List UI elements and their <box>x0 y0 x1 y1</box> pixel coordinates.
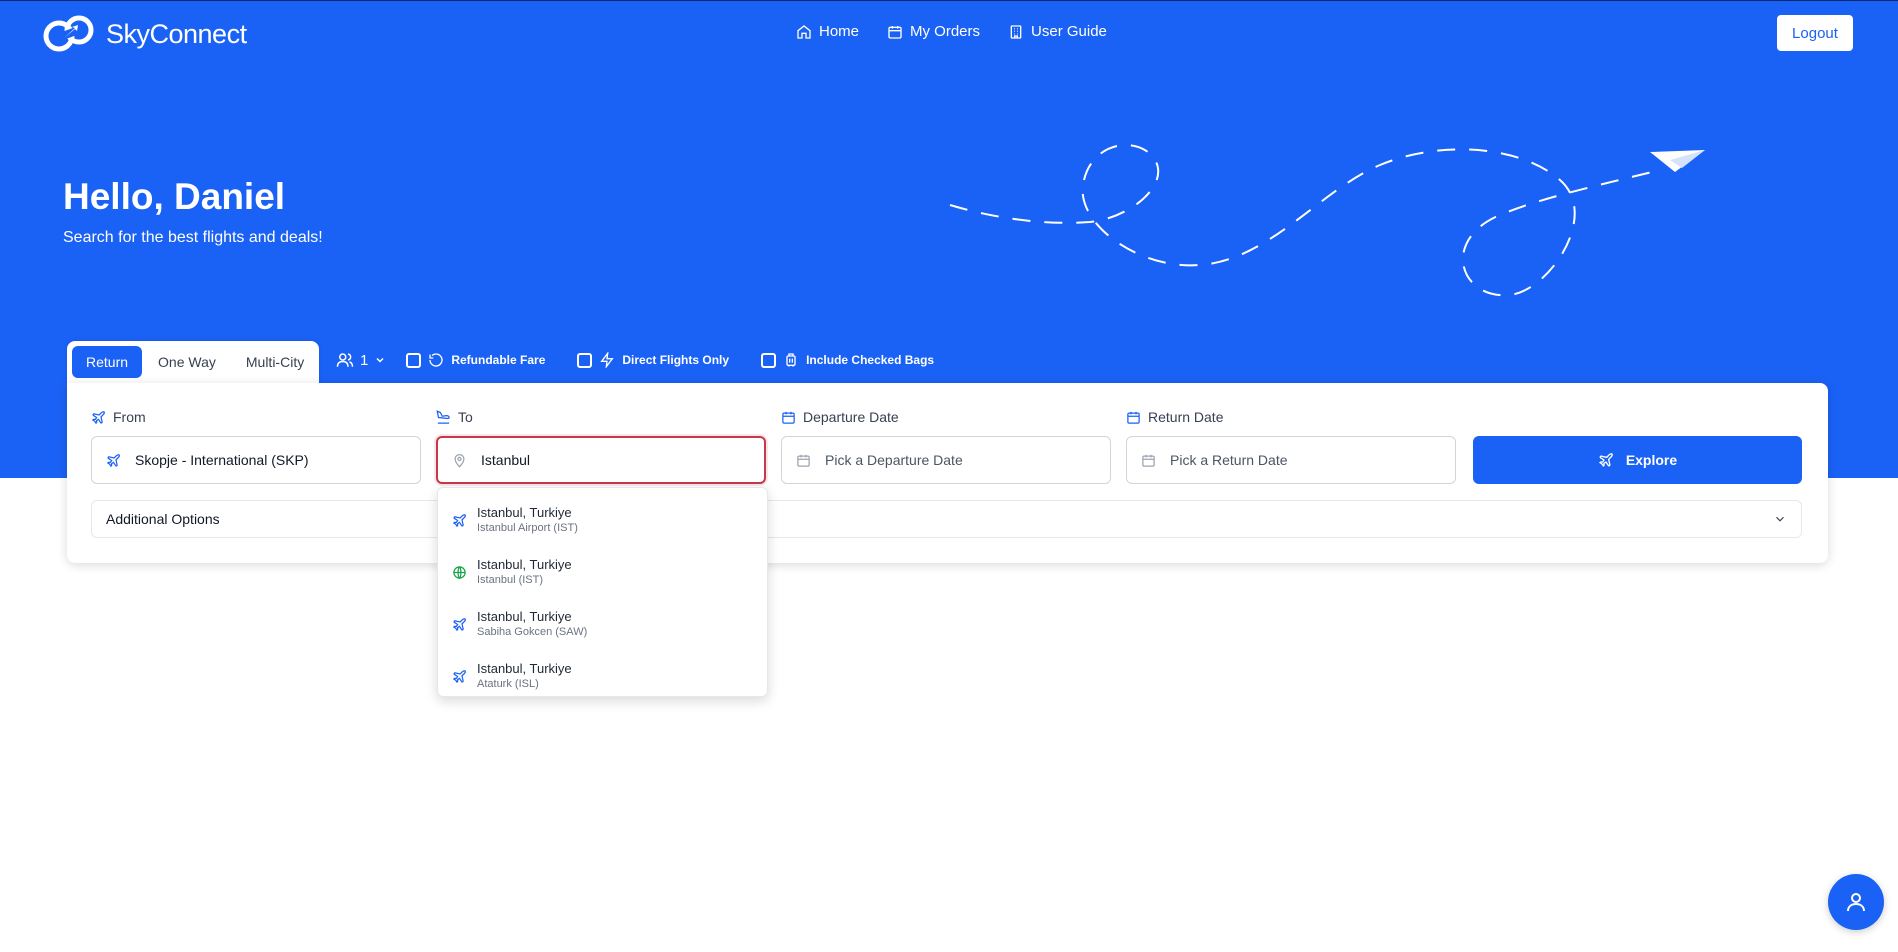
suggestion-airport: Sabiha Gokcen (SAW) <box>477 626 588 638</box>
map-pin-icon <box>454 453 465 468</box>
explore-button[interactable]: Explore <box>1473 436 1802 484</box>
from-input[interactable]: Skopje - International (SKP) <box>91 436 421 484</box>
users-icon <box>336 353 354 367</box>
plane-icon <box>452 669 466 683</box>
direct-flights-option[interactable]: Direct Flights Only <box>577 352 729 368</box>
plane-icon <box>452 513 466 527</box>
checked-bags-option[interactable]: Include Checked Bags <box>761 352 934 368</box>
from-label: From <box>113 409 146 425</box>
suggestion-city: Istanbul, Turkiye <box>477 557 572 572</box>
departure-label: Departure Date <box>803 409 899 425</box>
to-value: Istanbul <box>481 452 531 468</box>
suggestion-city: Istanbul, Turkiye <box>477 609 572 624</box>
globe-icon <box>453 565 466 579</box>
refundable-fare-option[interactable]: Refundable Fare <box>406 352 545 368</box>
checked-bags-checkbox[interactable] <box>761 352 777 368</box>
suggestion-text: Istanbul, Turkiye Ataturk (ISL) <box>477 661 572 691</box>
return-date-input[interactable]: Pick a Return Date <box>1126 436 1456 484</box>
lightning-icon <box>600 352 615 368</box>
from-value: Skopje - International (SKP) <box>135 452 309 468</box>
home-icon <box>797 24 811 39</box>
return-placeholder: Pick a Return Date <box>1170 452 1288 468</box>
landing-icon <box>436 409 450 424</box>
suggestion-airport: Ataturk (ISL) <box>477 678 539 690</box>
nav-my-orders-label: My Orders <box>910 23 981 40</box>
checked-bags-label: Include Checked Bags <box>806 353 935 367</box>
main-nav: Home My Orders User Guide <box>796 23 1107 40</box>
suggestion-item[interactable]: Istanbul, Turkiye Sabiha Gokcen (SAW) <box>438 598 767 650</box>
greeting-subtitle: Search for the best flights and deals! <box>63 229 323 246</box>
brand-logo[interactable]: SkyConnect <box>42 14 247 54</box>
direct-flights-label: Direct Flights Only <box>622 353 730 367</box>
chain-link-icon <box>43 15 94 52</box>
passenger-count: 1 <box>360 351 369 369</box>
suggestion-item[interactable]: Istanbul, Turkiye Istanbul Airport (IST) <box>438 494 767 546</box>
takeoff-icon <box>91 410 105 424</box>
to-label-row: To <box>436 409 473 425</box>
page: SkyConnect Home My Orders User Guide Log… <box>0 0 1898 952</box>
from-label-row: From <box>91 409 146 425</box>
nav-user-guide-label: User Guide <box>1031 23 1107 40</box>
greeting-title: Hello, Daniel <box>63 176 286 217</box>
departure-label-row: Departure Date <box>781 409 899 425</box>
tab-return[interactable]: Return <box>72 346 143 378</box>
building-icon <box>1010 24 1022 39</box>
suggestion-city: Istanbul, Turkiye <box>477 505 572 520</box>
tab-multi-city[interactable]: Multi-City <box>232 346 318 378</box>
plane-icon <box>1598 453 1613 468</box>
refresh-icon <box>429 353 443 367</box>
nav-home[interactable]: Home <box>796 23 859 40</box>
to-label: To <box>458 409 473 425</box>
search-options-row: 1 Refundable Fare Direct Flights Only In… <box>336 351 966 369</box>
calendar-icon <box>1142 454 1155 467</box>
return-label-row: Return Date <box>1126 409 1223 425</box>
paper-plane-decoration <box>949 144 1705 297</box>
plane-icon <box>452 617 466 631</box>
additional-options-label: Additional Options <box>106 511 220 527</box>
destination-suggestions: Istanbul, Turkiye Istanbul Airport (IST)… <box>437 487 768 697</box>
suggestion-city: Istanbul, Turkiye <box>477 661 572 676</box>
plane-icon <box>106 453 120 467</box>
additional-options-toggle[interactable]: Additional Options <box>91 500 1802 538</box>
suggestion-item[interactable]: Istanbul, Turkiye Istanbul (IST) <box>438 546 767 598</box>
suggestion-text: Istanbul, Turkiye Istanbul (IST) <box>477 557 572 587</box>
nav-home-label: Home <box>819 23 860 40</box>
suggestion-item[interactable]: Istanbul, Turkiye Ataturk (ISL) <box>438 650 767 702</box>
direct-flights-checkbox[interactable] <box>577 352 593 368</box>
suggestion-airport: Istanbul (IST) <box>477 574 544 586</box>
refundable-checkbox[interactable] <box>406 352 422 368</box>
user-profile-button[interactable] <box>1828 874 1884 930</box>
tab-one-way[interactable]: One Way <box>144 346 230 378</box>
to-input[interactable]: Istanbul <box>436 436 766 484</box>
trip-type-tabs: Return One Way Multi-City <box>67 341 319 383</box>
suggestion-airport: Istanbul Airport (IST) <box>477 522 578 534</box>
nav-my-orders[interactable]: My Orders <box>887 23 980 40</box>
suggestion-text: Istanbul, Turkiye Istanbul Airport (IST) <box>477 505 578 535</box>
departure-date-input[interactable]: Pick a Departure Date <box>781 436 1111 484</box>
refundable-label: Refundable Fare <box>451 353 546 367</box>
flight-search-card: From Skopje - International (SKP) To Ist… <box>67 383 1828 563</box>
explore-label: Explore <box>1625 452 1678 468</box>
suggestion-text: Istanbul, Turkiye Sabiha Gokcen (SAW) <box>477 609 587 639</box>
chevron-down-icon <box>1776 516 1784 522</box>
return-label: Return Date <box>1148 409 1224 425</box>
calendar-icon <box>797 454 810 467</box>
luggage-icon <box>786 353 796 367</box>
logout-button[interactable]: Logout <box>1777 15 1853 51</box>
nav-user-guide[interactable]: User Guide <box>1008 23 1107 40</box>
passenger-selector[interactable]: 1 <box>336 351 386 369</box>
calendar-icon <box>782 411 795 424</box>
calendar-icon <box>888 25 902 39</box>
calendar-icon <box>1127 411 1140 424</box>
user-icon <box>1847 893 1865 912</box>
chevron-down-icon <box>376 357 384 363</box>
departure-placeholder: Pick a Departure Date <box>825 452 963 468</box>
top-border <box>0 0 1898 1</box>
brand-name: SkyConnect <box>106 18 247 49</box>
